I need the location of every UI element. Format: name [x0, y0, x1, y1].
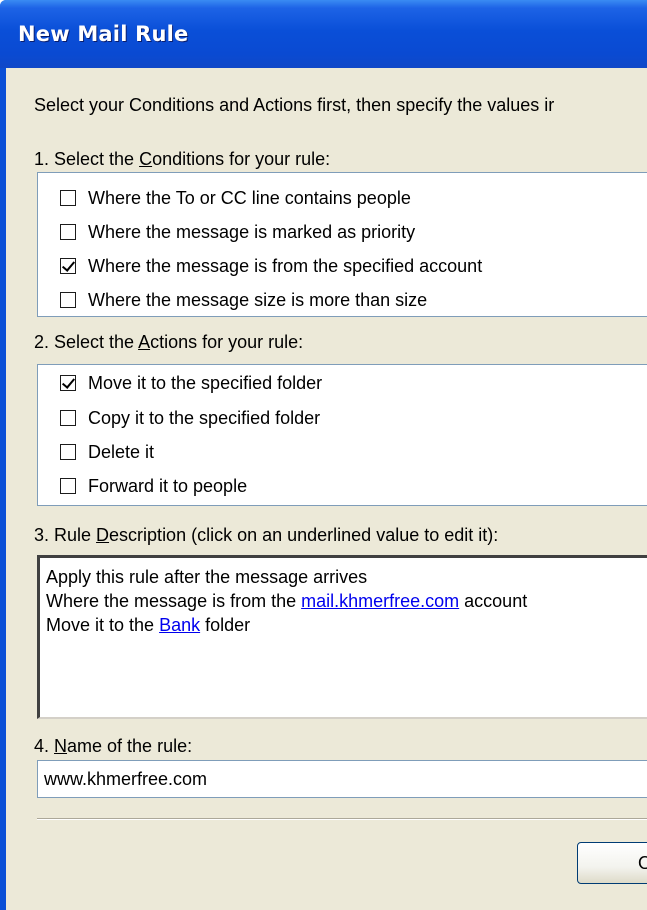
actions-list[interactable]: Move it to the specified folder Copy it …	[37, 364, 647, 506]
actions-heading: 2. Select the Actions for your rule:	[34, 332, 304, 352]
action-checkbox[interactable]	[60, 478, 76, 494]
condition-item[interactable]: Where the message is from the specified …	[60, 251, 482, 281]
action-checkbox[interactable]	[60, 444, 76, 460]
rule-name-mnemonic: N	[54, 736, 68, 756]
action-item[interactable]: Copy it to the specified folder	[60, 403, 320, 433]
conditions-heading: 1. Select the Conditions for your rule:	[34, 149, 331, 169]
description-line-1: Apply this rule after the message arrive…	[46, 567, 368, 587]
description-line-2: Where the message is from the mail.khmer…	[46, 591, 528, 611]
condition-item[interactable]: Where the message size is more than size	[60, 285, 427, 315]
conditions-list[interactable]: Where the To or CC line contains people …	[37, 172, 647, 317]
instructions-text: Select your Conditions and Actions first…	[34, 95, 555, 115]
action-item[interactable]: Delete it	[60, 437, 154, 467]
window-title: New Mail Rule	[18, 22, 189, 46]
action-item[interactable]: Move it to the specified folder	[60, 368, 322, 398]
condition-checkbox[interactable]	[60, 292, 76, 308]
folder-link[interactable]: Bank	[159, 615, 200, 635]
description-mnemonic: D	[96, 525, 110, 545]
description-line-3: Move it to the Bank folder	[46, 615, 251, 635]
dialog-client-area: Select your Conditions and Actions first…	[6, 68, 647, 910]
condition-checkbox[interactable]	[60, 258, 76, 274]
ok-button[interactable]: O	[577, 842, 647, 884]
separator-line	[37, 818, 647, 820]
rule-description-box[interactable]: Apply this rule after the message arrive…	[37, 555, 647, 719]
condition-item[interactable]: Where the message is marked as priority	[60, 217, 415, 247]
condition-checkbox[interactable]	[60, 224, 76, 240]
rule-name-input[interactable]	[37, 760, 647, 798]
action-item[interactable]: Forward it to people	[60, 471, 247, 501]
condition-item[interactable]: Where the To or CC line contains people	[60, 183, 411, 213]
action-checkbox[interactable]	[60, 410, 76, 426]
account-link[interactable]: mail.khmerfree.com	[301, 591, 459, 611]
dialog-window: New Mail Rule Select your Conditions and…	[0, 0, 647, 910]
actions-mnemonic: A	[138, 332, 151, 352]
rule-name-heading: 4. Name of the rule:	[34, 736, 193, 756]
conditions-mnemonic: C	[139, 149, 153, 169]
title-bar[interactable]: New Mail Rule	[0, 0, 647, 68]
condition-checkbox[interactable]	[60, 190, 76, 206]
description-heading: 3. Rule Description (click on an underli…	[34, 525, 499, 545]
action-checkbox[interactable]	[60, 375, 76, 391]
